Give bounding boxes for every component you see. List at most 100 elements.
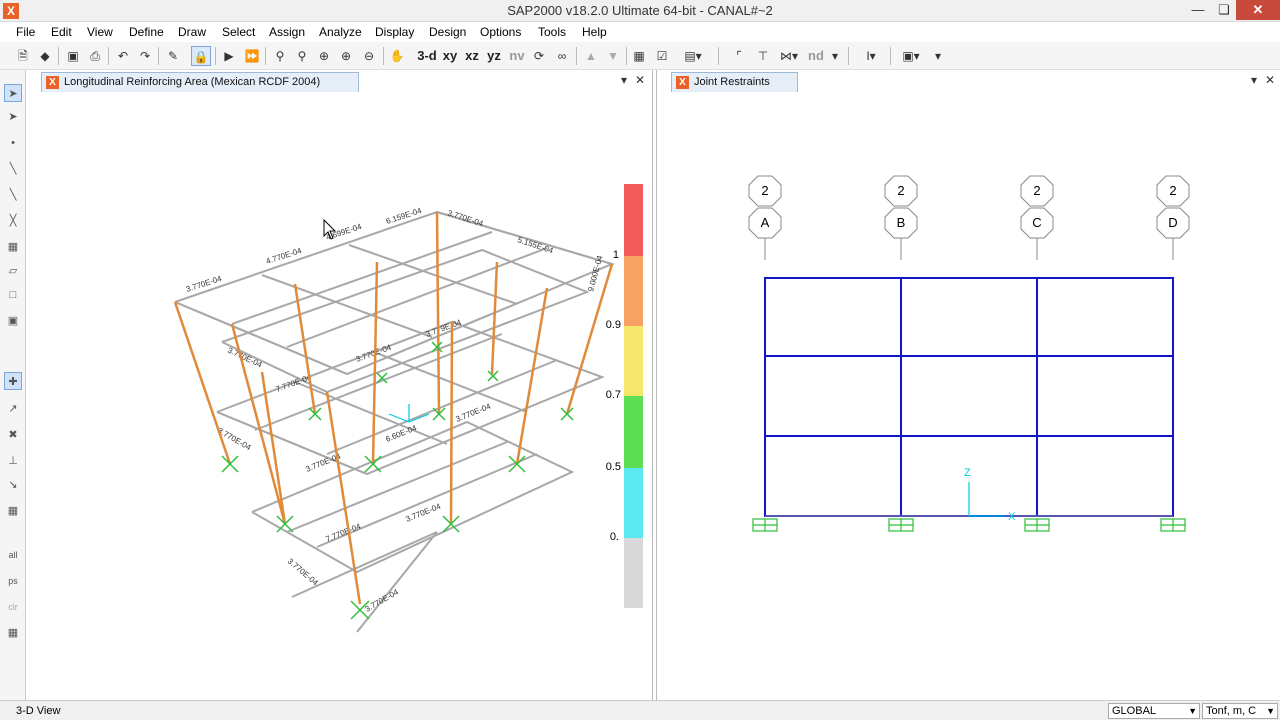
redo-icon[interactable]: ↷	[136, 46, 154, 66]
run-icon[interactable]: ▶	[220, 46, 238, 66]
close-icon[interactable]: ✕	[1236, 0, 1280, 20]
menu-options[interactable]: Options	[480, 25, 521, 39]
intersecting-line-icon[interactable]: ▦	[4, 624, 22, 642]
zoom-out-icon[interactable]: ⊖	[360, 46, 378, 66]
save-icon[interactable]: ▣	[64, 46, 82, 66]
assign-display-icon[interactable]: ▦	[630, 46, 648, 66]
run-step-icon[interactable]: ⏩	[243, 46, 261, 66]
snap-extension-icon[interactable]: ↘	[4, 476, 22, 494]
draw-rect-area-icon[interactable]: □	[4, 286, 22, 304]
units-select[interactable]: Tonf, m, C ▼	[1202, 703, 1278, 719]
view-xz-button[interactable]: xz	[462, 46, 482, 66]
menu-file[interactable]: File	[16, 25, 35, 39]
view-xy-button[interactable]: xy	[440, 46, 460, 66]
rotate-icon[interactable]: ⟳	[530, 46, 548, 66]
grid-bubble-label: 2	[897, 183, 904, 198]
move-down-icon[interactable]: ▼	[604, 46, 622, 66]
legend-label: 1	[613, 249, 619, 261]
lock-icon[interactable]: 🔒	[191, 46, 211, 66]
clear-selection-icon[interactable]: clr	[4, 598, 22, 616]
sap-logo-icon: X	[46, 76, 59, 89]
legend-label: 0.	[610, 531, 619, 543]
area-icon[interactable]: ▣▾	[896, 46, 926, 66]
menu-design[interactable]: Design	[429, 25, 466, 39]
menu-draw[interactable]: Draw	[178, 25, 206, 39]
perspective-icon[interactable]: ∞	[552, 46, 572, 66]
nd-button[interactable]: nd	[806, 46, 826, 66]
pan-icon[interactable]: ✋	[388, 46, 406, 66]
section-icon[interactable]: I▾	[856, 46, 886, 66]
snap-intersection-icon[interactable]: ✖	[4, 426, 22, 444]
legend-label: 0.7	[606, 389, 621, 401]
menu-help[interactable]: Help	[582, 25, 607, 39]
left-tool-strip: ➤ ➤ • ╲ ╲ ╳ ▦ ▱ □ ▣ ✚ ↗ ✖ ⊥ ↘ ▦ all ps c…	[0, 70, 26, 700]
quick-area-icon[interactable]: ▣	[4, 312, 22, 330]
new-model-icon[interactable]: 🗎	[14, 46, 32, 66]
view-yz-button[interactable]: yz	[484, 46, 504, 66]
draw-frame-icon[interactable]: ╲	[4, 160, 22, 178]
right-view-pane[interactable]: X Joint Restraints ▾ ✕ 2 A 2 B 2 C 2 D Z…	[656, 70, 1280, 700]
origin-axes: Z X	[964, 467, 1016, 523]
restore-icon[interactable]: ❏	[1210, 0, 1238, 20]
beam-mesh	[174, 210, 615, 633]
zoom-window-icon[interactable]: ⚲	[271, 46, 289, 66]
draw-joint-icon[interactable]: •	[4, 134, 22, 152]
menu-view[interactable]: View	[87, 25, 113, 39]
check-icon[interactable]: ☑	[653, 46, 671, 66]
view-nv-button[interactable]: nv	[506, 46, 528, 66]
tab-reinforcing-area[interactable]: X Longitudinal Reinforcing Area (Mexican…	[41, 72, 359, 92]
coord-system-select[interactable]: GLOBAL ▼	[1108, 703, 1200, 719]
draw-line-icon[interactable]: ╲	[4, 186, 22, 204]
reshape-icon[interactable]: ➤	[4, 108, 22, 126]
menu-display[interactable]: Display	[375, 25, 414, 39]
origin-axes	[388, 404, 430, 423]
zoom-in-icon[interactable]: ⊕	[315, 46, 333, 66]
minimize-icon[interactable]: —	[1184, 0, 1212, 20]
open-icon[interactable]: ◆	[36, 46, 54, 66]
zoom-in-step-icon[interactable]: ⊕	[337, 46, 355, 66]
snap-joint-icon[interactable]: ✚	[4, 372, 22, 390]
select-all-icon[interactable]: all	[4, 546, 22, 564]
view-3d-button[interactable]: 3-d	[414, 46, 440, 66]
toolbar-overflow-icon[interactable]: ▾	[932, 46, 944, 66]
snap-grid-icon[interactable]: ▦	[4, 502, 22, 520]
grid-bubble-c: 2 C	[1020, 175, 1054, 260]
elevation-canvas[interactable]: 2 A 2 B 2 C 2 D Z X	[657, 92, 1280, 700]
pane-menu-icon[interactable]: ▾	[1247, 73, 1261, 87]
menu-select[interactable]: Select	[222, 25, 255, 39]
undo-icon[interactable]: ↶	[114, 46, 132, 66]
snap-line-icon[interactable]: ↗	[4, 400, 22, 418]
3d-model-canvas[interactable]: 3.770E-04 4.770E-04 4.699E-04 6.159E-04 …	[27, 92, 653, 700]
pencil-icon[interactable]: ✎	[164, 46, 182, 66]
pointer-icon[interactable]: ➤	[4, 84, 22, 102]
object-shrink-icon[interactable]: ▤▾	[680, 46, 706, 66]
menu-tools[interactable]: Tools	[538, 25, 566, 39]
draw-poly-area-icon[interactable]: ▱	[4, 262, 22, 280]
left-view-pane[interactable]: X Longitudinal Reinforcing Area (Mexican…	[27, 70, 653, 700]
draw-grid-frame-icon[interactable]: ▦	[4, 238, 22, 256]
print-icon[interactable]: ⎙	[86, 46, 104, 66]
frame-icon[interactable]: ⌜	[730, 46, 748, 66]
pane-close-icon[interactable]: ✕	[1263, 73, 1277, 87]
move-up-icon[interactable]: ▲	[582, 46, 600, 66]
grid-bubbles: 2 A 2 B 2 C 2 D	[748, 175, 1190, 260]
snap-perpendicular-icon[interactable]: ⊥	[4, 452, 22, 470]
tab-joint-restraints[interactable]: X Joint Restraints	[671, 72, 798, 92]
menu-define[interactable]: Define	[129, 25, 164, 39]
nd-dropdown-icon[interactable]: ▾	[830, 46, 840, 66]
menu-edit[interactable]: Edit	[51, 25, 72, 39]
frame-label: 3.770E-04	[355, 343, 393, 364]
draw-brace-icon[interactable]: ╳	[4, 212, 22, 230]
pane-menu-icon[interactable]: ▾	[617, 73, 631, 87]
grid-bubble-label: B	[897, 215, 906, 230]
toolbar: 🗎 ◆ ▣ ⎙ ↶ ↷ ✎ 🔒 ▶ ⏩ ⚲ ⚲ ⊕ ⊕ ⊖ ✋ 3-d xy x…	[0, 42, 1280, 70]
menu-assign[interactable]: Assign	[269, 25, 305, 39]
zoom-restore-icon[interactable]: ⚲	[293, 46, 311, 66]
menu-analyze[interactable]: Analyze	[319, 25, 362, 39]
pane-close-icon[interactable]: ✕	[633, 73, 647, 87]
column-members	[173, 211, 614, 605]
brace-icon[interactable]: ⋈▾	[776, 46, 802, 66]
column-icon[interactable]: ⊤	[752, 46, 774, 66]
frame-label: 7.770E-04	[324, 521, 362, 543]
select-previous-icon[interactable]: ps	[4, 572, 22, 590]
